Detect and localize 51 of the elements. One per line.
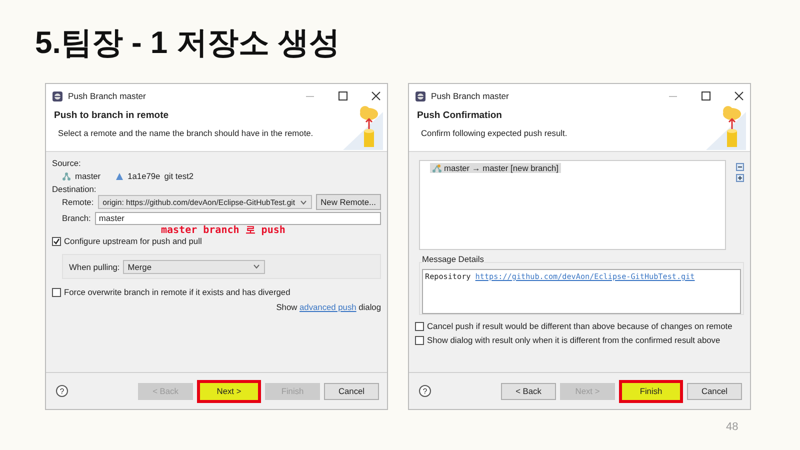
collapse-all-icon: [736, 163, 744, 171]
dialog-button[interactable]: Next >: [197, 380, 261, 402]
window-title: Push Branch master: [431, 91, 510, 101]
page-heading: Push to branch in remote: [54, 110, 170, 121]
field-label: Branch:: [62, 213, 91, 223]
new-remote-button[interactable]: New Remote...: [316, 194, 381, 210]
checkbox[interactable]: [415, 336, 424, 344]
close-icon: [371, 91, 381, 101]
app-icon: [415, 90, 426, 102]
branch-push-icon: [432, 164, 442, 172]
pulling-dropdown[interactable]: Merge: [122, 260, 265, 274]
page-number: 48: [726, 421, 738, 433]
close-icon: [734, 91, 744, 101]
section-label: Source:: [52, 158, 82, 168]
field-label: Remote:: [62, 197, 94, 207]
page-heading: Push Confirmation: [417, 110, 503, 121]
branch-icon: [62, 172, 71, 180]
checkmark-icon: [53, 238, 60, 244]
help-button[interactable]: ?: [419, 385, 431, 397]
commit-id: 1a1e79e: [128, 171, 160, 181]
dialog-button[interactable]: Finish: [619, 380, 683, 402]
checkbox-label: Cancel push if result would be different than above because of changes on remote: [427, 321, 732, 331]
field-label: When pulling:: [69, 262, 120, 272]
checkbox[interactable]: [415, 322, 424, 330]
advanced-push-link[interactable]: advanced push: [300, 302, 356, 312]
checkbox-label: Configure upstream for push and pull: [64, 236, 202, 246]
app-icon: [52, 90, 63, 102]
branch-field[interactable]: master: [94, 212, 381, 224]
expand-all-icon: [736, 174, 744, 182]
tree-item[interactable]: master → master [new branch]: [430, 163, 560, 173]
page-description: Confirm following expected push result.: [421, 128, 568, 138]
window-title: Push Branch master: [68, 91, 147, 101]
maximize-icon: [701, 91, 711, 101]
checkbox-label: Show dialog with result only when it is different from the confirmed result above: [427, 335, 720, 345]
maximize-icon: [338, 91, 348, 101]
dialog-button[interactable]: < Back: [501, 382, 556, 400]
branch-name: master: [75, 171, 101, 181]
dialog-button[interactable]: Cancel: [687, 382, 742, 400]
commit-icon: [114, 172, 124, 180]
advanced-push-hint: Show advanced push dialog: [276, 302, 381, 312]
checkbox-label: Force overwrite branch in remote if it exists and has diverged: [64, 287, 290, 297]
section-label: Destination:: [52, 184, 98, 194]
commit-message: git test2: [164, 171, 194, 181]
checkbox[interactable]: [52, 288, 61, 296]
annotation-text: master branch 로 push: [161, 224, 286, 237]
checkbox[interactable]: [52, 236, 61, 246]
help-button[interactable]: ?: [56, 385, 68, 397]
dialog-button[interactable]: Cancel: [324, 382, 379, 400]
page-description: Select a remote and the name the branch should have in the remote.: [58, 128, 314, 138]
group-label: Message Details: [422, 254, 484, 264]
slide-title: 5.팀장 - 1 저장소 생성: [35, 24, 340, 62]
